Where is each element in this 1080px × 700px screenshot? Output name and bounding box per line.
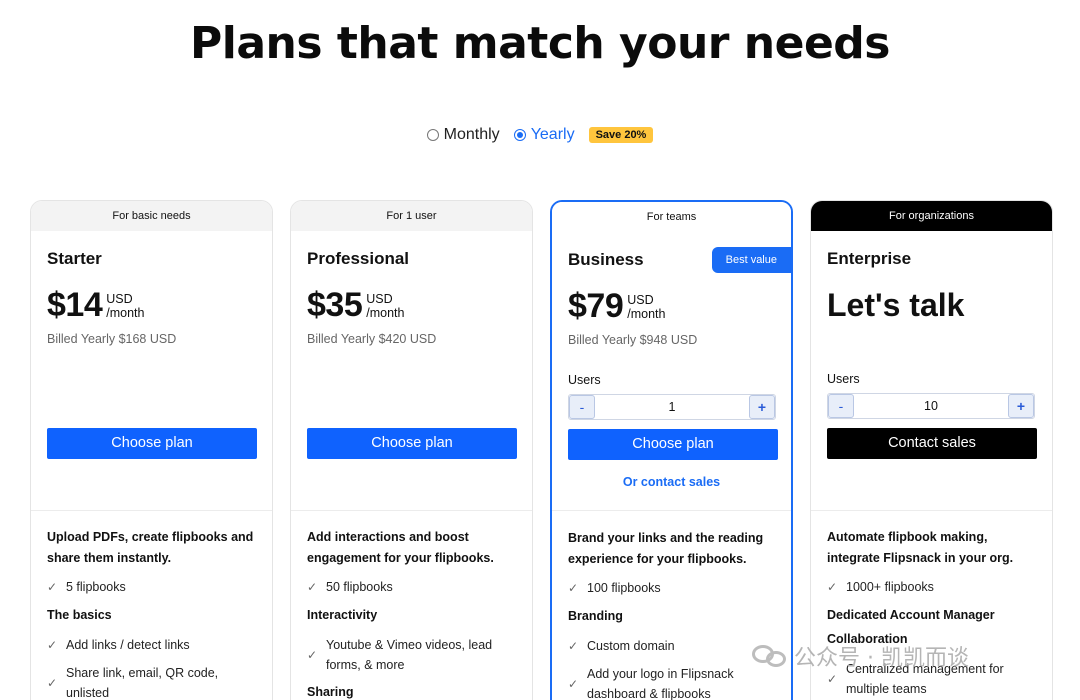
check-icon: ✓ xyxy=(47,580,58,594)
watermark-text: 公众号 · 凯凯而谈 xyxy=(794,646,969,671)
decrement-button[interactable]: - xyxy=(828,394,854,418)
price-unit: USD /month xyxy=(106,292,144,323)
check-icon: ✓ xyxy=(568,639,579,653)
feature-heading: Branding xyxy=(568,609,623,623)
plan-card-enterprise: For organizations Enterprise Let's talk … xyxy=(810,200,1053,700)
users-label: Users xyxy=(568,373,601,387)
yearly-label: Yearly xyxy=(530,126,575,143)
plan-description: Brand your links and the reading experie… xyxy=(568,531,764,566)
users-input[interactable]: 1 xyxy=(595,400,749,414)
plan-name: Business xyxy=(568,250,644,269)
feature-item: ✓ Custom domain xyxy=(568,636,783,656)
users-input[interactable]: 10 xyxy=(854,399,1008,413)
divider xyxy=(31,510,272,511)
check-icon: ✓ xyxy=(568,581,579,595)
users-stepper: - 10 + xyxy=(827,393,1035,419)
period: /month xyxy=(106,306,145,320)
feature-heading: Dedicated Account Manager xyxy=(827,608,995,622)
check-icon: ✓ xyxy=(47,676,58,690)
billed-note: Billed Yearly $948 USD xyxy=(568,333,698,347)
price-row: $14 USD /month xyxy=(47,287,144,323)
billing-toggle: Monthly Yearly Save 20% xyxy=(0,126,1080,144)
plan-name: Professional xyxy=(307,249,410,268)
feature-item: ✓ 50 flipbooks xyxy=(307,577,522,597)
watermark: 公众号 · 凯凯而谈 xyxy=(752,640,969,672)
divider xyxy=(811,510,1052,511)
currency: USD xyxy=(366,292,393,306)
check-icon: ✓ xyxy=(307,648,318,662)
feature-heading: The basics xyxy=(47,608,112,622)
price-unit: USD /month xyxy=(366,292,404,323)
choose-plan-button[interactable]: Choose plan xyxy=(307,428,517,459)
best-value-badge: Best value xyxy=(711,247,791,273)
page-title: Plans that match your needs xyxy=(190,18,891,69)
monthly-option[interactable]: Monthly xyxy=(426,126,500,144)
save-badge: Save 20% xyxy=(588,127,654,143)
billed-note: Billed Yearly $168 USD xyxy=(47,332,177,346)
plan-description: Upload PDFs, create flipbooks and share … xyxy=(47,530,254,565)
price-unit: USD /month xyxy=(627,293,665,324)
increment-button[interactable]: + xyxy=(1008,394,1034,418)
price-row: $79 USD /month xyxy=(568,288,665,324)
plan-header: For basic needs xyxy=(31,201,272,231)
increment-button[interactable]: + xyxy=(749,395,775,419)
feature-heading: Sharing xyxy=(307,685,354,699)
choose-plan-button[interactable]: Choose plan xyxy=(47,428,257,459)
feature-item: ✓ Add your logo in Flipsnack dashboard & … xyxy=(568,664,783,700)
yearly-radio[interactable] xyxy=(513,129,526,141)
price: $79 xyxy=(568,287,624,325)
plan-header: For teams xyxy=(552,202,791,232)
monthly-label: Monthly xyxy=(443,126,500,143)
yearly-option[interactable]: Yearly xyxy=(513,126,575,144)
divider xyxy=(291,510,532,511)
currency: USD xyxy=(106,292,133,306)
plan-header: For organizations xyxy=(811,201,1052,231)
users-label: Users xyxy=(827,372,860,386)
currency: USD xyxy=(627,293,654,307)
feature-item: ✓ Share link, email, QR code, unlisted xyxy=(47,663,262,700)
check-icon: ✓ xyxy=(307,580,318,594)
divider xyxy=(552,510,791,511)
plan-description: Automate flipbook making, integrate Flip… xyxy=(827,530,1014,565)
feature-item: ✓ 100 flipbooks xyxy=(568,578,783,598)
enterprise-headline: Let's talk xyxy=(827,287,965,323)
contact-sales-link[interactable]: Or contact sales xyxy=(552,475,791,489)
plan-description: Add interactions and boost engagement fo… xyxy=(307,530,494,565)
users-stepper: - 1 + xyxy=(568,394,776,420)
billed-note: Billed Yearly $420 USD xyxy=(307,332,437,346)
feature-item: ✓ Youtube & Vimeo videos, lead forms, & m… xyxy=(307,635,522,675)
check-icon: ✓ xyxy=(568,677,579,691)
period: /month xyxy=(627,307,666,321)
feature-heading: Interactivity xyxy=(307,608,378,622)
feature-item: ✓ Add links / detect links xyxy=(47,635,262,655)
plan-card-business: For teams Business Best value $79 USD /m… xyxy=(550,200,793,700)
plan-card-starter: For basic needs Starter $14 USD /month B… xyxy=(30,200,273,700)
chat-bubbles-icon xyxy=(752,641,788,671)
price: $14 xyxy=(47,286,103,324)
price-row: $35 USD /month xyxy=(307,287,404,323)
check-icon: ✓ xyxy=(47,638,58,652)
choose-plan-button[interactable]: Choose plan xyxy=(568,429,778,460)
check-icon: ✓ xyxy=(827,580,838,594)
contact-sales-button[interactable]: Contact sales xyxy=(827,428,1037,459)
monthly-radio[interactable] xyxy=(426,129,439,141)
plan-card-professional: For 1 user Professional $35 USD /month B… xyxy=(290,200,533,700)
plan-name: Enterprise xyxy=(827,249,912,268)
feature-item: ✓ 1000+ flipbooks xyxy=(827,577,1042,597)
decrement-button[interactable]: - xyxy=(569,395,595,419)
price: $35 xyxy=(307,286,363,324)
plan-header: For 1 user xyxy=(291,201,532,231)
feature-item: ✓ 5 flipbooks xyxy=(47,577,262,597)
period: /month xyxy=(366,306,405,320)
plan-name: Starter xyxy=(47,249,102,268)
